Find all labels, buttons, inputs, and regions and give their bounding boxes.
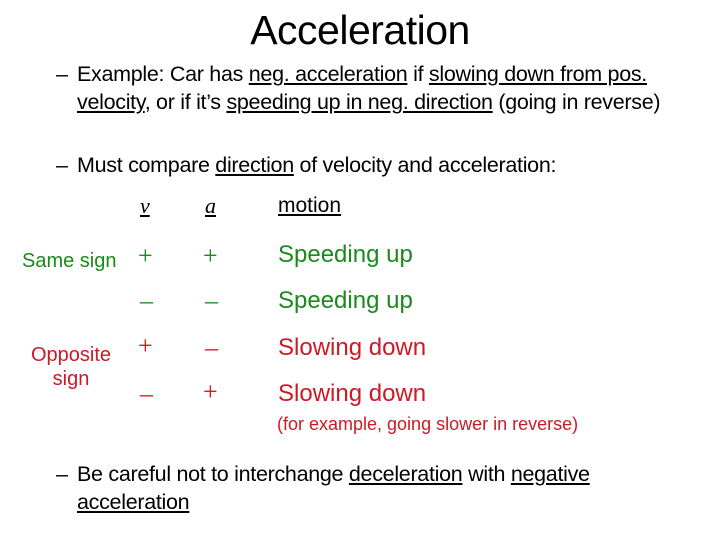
row2-a-sign: – xyxy=(205,286,218,315)
text-segment: Must compare xyxy=(77,153,216,177)
bullet-text: Example: Car has neg. acceleration if sl… xyxy=(56,60,696,116)
row2-v-sign: – xyxy=(140,286,153,315)
row4-v-sign: – xyxy=(140,379,153,408)
header-acceleration: a xyxy=(205,193,216,218)
text-segment: Be careful not to interchange xyxy=(77,462,349,486)
bullet-example: – Example: Car has neg. acceleration if … xyxy=(56,60,696,116)
row1-v-sign: + xyxy=(138,241,153,270)
bullet-dash: – xyxy=(56,462,68,486)
text-segment: if xyxy=(407,62,429,86)
bullet-dash: – xyxy=(56,153,68,177)
underlined-term: neg. acceleration xyxy=(248,62,408,86)
group-label-line: Opposite xyxy=(30,344,112,366)
header-motion: motion xyxy=(278,194,342,217)
slide-title: Acceleration xyxy=(250,7,470,53)
underlined-term: deceleration xyxy=(348,462,463,486)
row2-motion: Speeding up xyxy=(278,287,413,314)
group-label-opposite-sign: Opposite sign xyxy=(22,343,120,391)
row3-a-sign: – xyxy=(205,333,218,362)
group-label-same-sign: Same sign xyxy=(22,250,117,272)
text-segment: of velocity and acceleration: xyxy=(293,153,557,177)
header-velocity: v xyxy=(140,193,150,218)
group-label-line: sign xyxy=(52,368,90,390)
text-segment: with xyxy=(462,462,511,486)
bullet-compare: – Must compare direction of velocity and… xyxy=(56,151,696,179)
text-segment: Example: Car has xyxy=(77,62,249,86)
row4-a-sign: + xyxy=(203,377,218,406)
bullet-text: Be careful not to interchange decelerati… xyxy=(56,460,696,516)
bullet-text: Must compare direction of velocity and a… xyxy=(56,151,696,179)
underlined-term: direction xyxy=(215,153,294,177)
motion-note: (for example, going slower in reverse) xyxy=(277,414,579,434)
text-segment: (going in reverse) xyxy=(492,90,661,114)
row1-motion: Speeding up xyxy=(278,241,413,268)
row3-v-sign: + xyxy=(138,331,153,360)
underlined-term: speeding up in neg. direction xyxy=(226,90,493,114)
row1-a-sign: + xyxy=(203,241,218,270)
row4-motion: Slowing down xyxy=(278,380,427,407)
row3-motion: Slowing down xyxy=(278,334,427,361)
text-segment: , or if it’s xyxy=(144,90,227,114)
bullet-dash: – xyxy=(56,62,68,86)
bullet-caution: – Be careful not to interchange decelera… xyxy=(56,460,696,516)
